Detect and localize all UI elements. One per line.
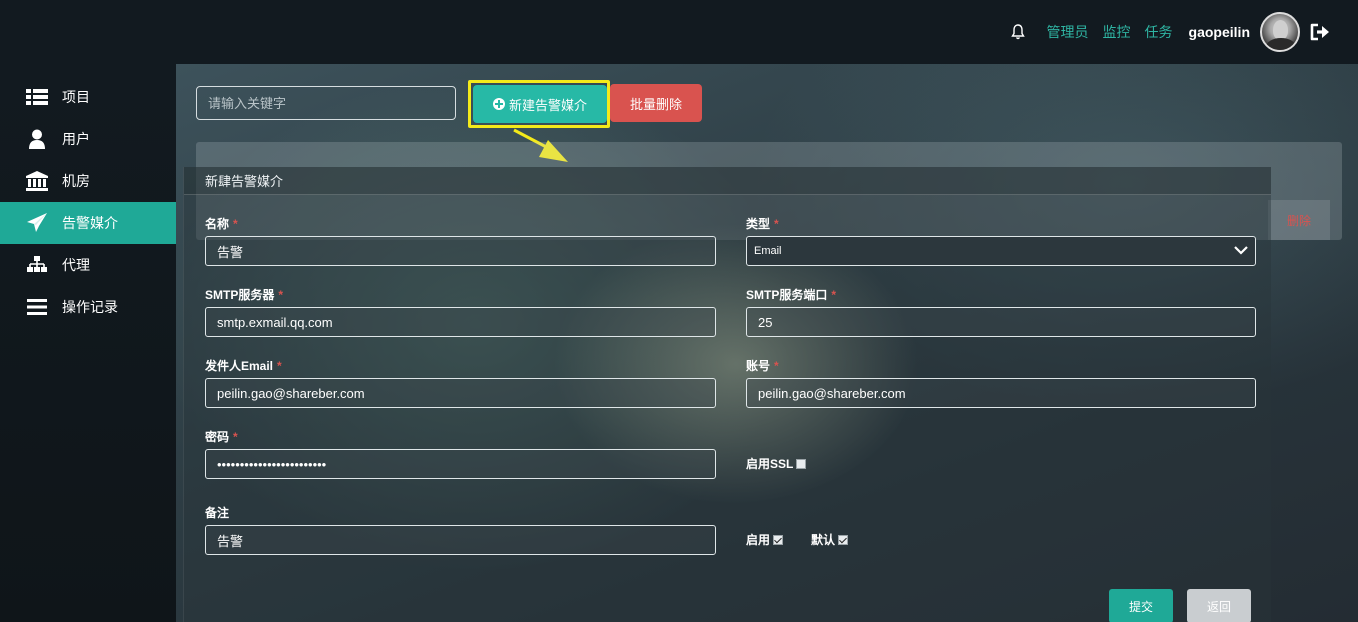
ssl-option[interactable]: 启用SSL bbox=[746, 455, 807, 472]
sidebar-item-label: 代理 bbox=[62, 257, 90, 273]
main-content: 新建告警媒介 批量删除 删除 新肆告警媒介 名称* 告警 类型* Email S… bbox=[176, 64, 1358, 622]
nav-link-tasks[interactable]: 任务 bbox=[1145, 22, 1173, 42]
sitemap-icon bbox=[26, 254, 48, 276]
default-checkbox[interactable] bbox=[838, 534, 849, 545]
account-label: 账号 * bbox=[746, 359, 779, 373]
sidebar-item-label: 用户 bbox=[62, 131, 90, 147]
sidebar-item-label: 机房 bbox=[62, 173, 90, 189]
default-label: 默认 bbox=[811, 533, 836, 547]
top-bar-right: 管理员 监控 任务 gaopeilin bbox=[1007, 12, 1332, 52]
sidebar-item-proxy[interactable]: 代理 bbox=[0, 244, 176, 286]
password-label: 密码 * bbox=[205, 430, 238, 444]
smtp-server-field[interactable]: smtp.exmail.qq.com bbox=[205, 307, 716, 337]
type-label: 类型 * bbox=[746, 217, 779, 231]
sender-email-label: 发件人Email * bbox=[205, 359, 282, 373]
paper-plane-icon bbox=[26, 212, 48, 234]
row-delete-button[interactable]: 删除 bbox=[1268, 200, 1330, 240]
enable-checkbox[interactable] bbox=[773, 534, 784, 545]
password-field[interactable]: •••••••••••••••••••••••• bbox=[205, 449, 716, 479]
bars-icon bbox=[26, 296, 48, 318]
sidebar: 项目 用户 机房 告警媒介 代理 操作记录 bbox=[0, 64, 176, 622]
smtp-port-field[interactable]: 25 bbox=[746, 307, 1256, 337]
sender-email-field[interactable]: peilin.gao@shareber.com bbox=[205, 378, 716, 408]
sidebar-item-label: 告警媒介 bbox=[62, 215, 118, 231]
logout-icon[interactable] bbox=[1308, 20, 1332, 44]
search-input[interactable] bbox=[196, 86, 456, 120]
sidebar-item-users[interactable]: 用户 bbox=[0, 118, 176, 160]
sidebar-item-operation-log[interactable]: 操作记录 bbox=[0, 286, 176, 328]
default-option[interactable]: 默认 bbox=[811, 531, 849, 548]
ssl-checkbox[interactable] bbox=[796, 458, 807, 469]
enable-option[interactable]: 启用 bbox=[746, 531, 784, 548]
enable-label: 启用 bbox=[746, 533, 771, 547]
sidebar-item-projects[interactable]: 项目 bbox=[0, 76, 176, 118]
bell-icon[interactable] bbox=[1007, 21, 1029, 43]
name-label: 名称 * bbox=[205, 217, 238, 231]
top-bar: 管理员 监控 任务 gaopeilin bbox=[0, 0, 1358, 64]
sidebar-item-label: 项目 bbox=[62, 89, 90, 105]
chevron-down-icon bbox=[1234, 245, 1248, 258]
sidebar-item-label: 操作记录 bbox=[62, 299, 118, 315]
plus-circle-icon bbox=[492, 98, 505, 110]
sidebar-item-datacenter[interactable]: 机房 bbox=[0, 160, 176, 202]
name-field[interactable]: 告警 bbox=[205, 236, 716, 266]
account-field[interactable]: peilin.gao@shareber.com bbox=[746, 378, 1256, 408]
list-icon bbox=[26, 86, 48, 108]
new-alert-media-button[interactable]: 新建告警媒介 bbox=[473, 85, 607, 123]
ssl-label: 启用SSL bbox=[746, 457, 794, 471]
batch-delete-button[interactable]: 批量删除 bbox=[610, 84, 702, 122]
type-select-value: Email bbox=[754, 245, 782, 257]
user-icon bbox=[26, 128, 48, 150]
submit-button[interactable]: 提交 bbox=[1109, 589, 1173, 622]
back-button[interactable]: 返回 bbox=[1187, 589, 1251, 622]
nav-link-monitor[interactable]: 监控 bbox=[1103, 22, 1131, 42]
username[interactable]: gaopeilin bbox=[1189, 24, 1250, 40]
smtp-port-label: SMTP服务端口 * bbox=[746, 288, 837, 302]
new-alert-media-modal: 新肆告警媒介 名称 * 告警 类型 * Email SMTP服务器 * smtp.ex… bbox=[183, 167, 1271, 622]
new-alert-media-label: 新建告警媒介 bbox=[508, 97, 587, 113]
remark-field[interactable]: 告警 bbox=[205, 525, 716, 555]
type-select[interactable]: Email bbox=[746, 236, 1256, 266]
remark-label: 备注 bbox=[205, 506, 230, 520]
modal-title: 新肆告警媒介 bbox=[184, 167, 1271, 195]
bank-icon bbox=[26, 170, 48, 192]
nav-link-admin[interactable]: 管理员 bbox=[1047, 22, 1089, 42]
avatar[interactable] bbox=[1260, 12, 1300, 52]
smtp-server-label: SMTP服务器 * bbox=[205, 288, 284, 302]
sidebar-item-alert-media[interactable]: 告警媒介 bbox=[0, 202, 176, 244]
